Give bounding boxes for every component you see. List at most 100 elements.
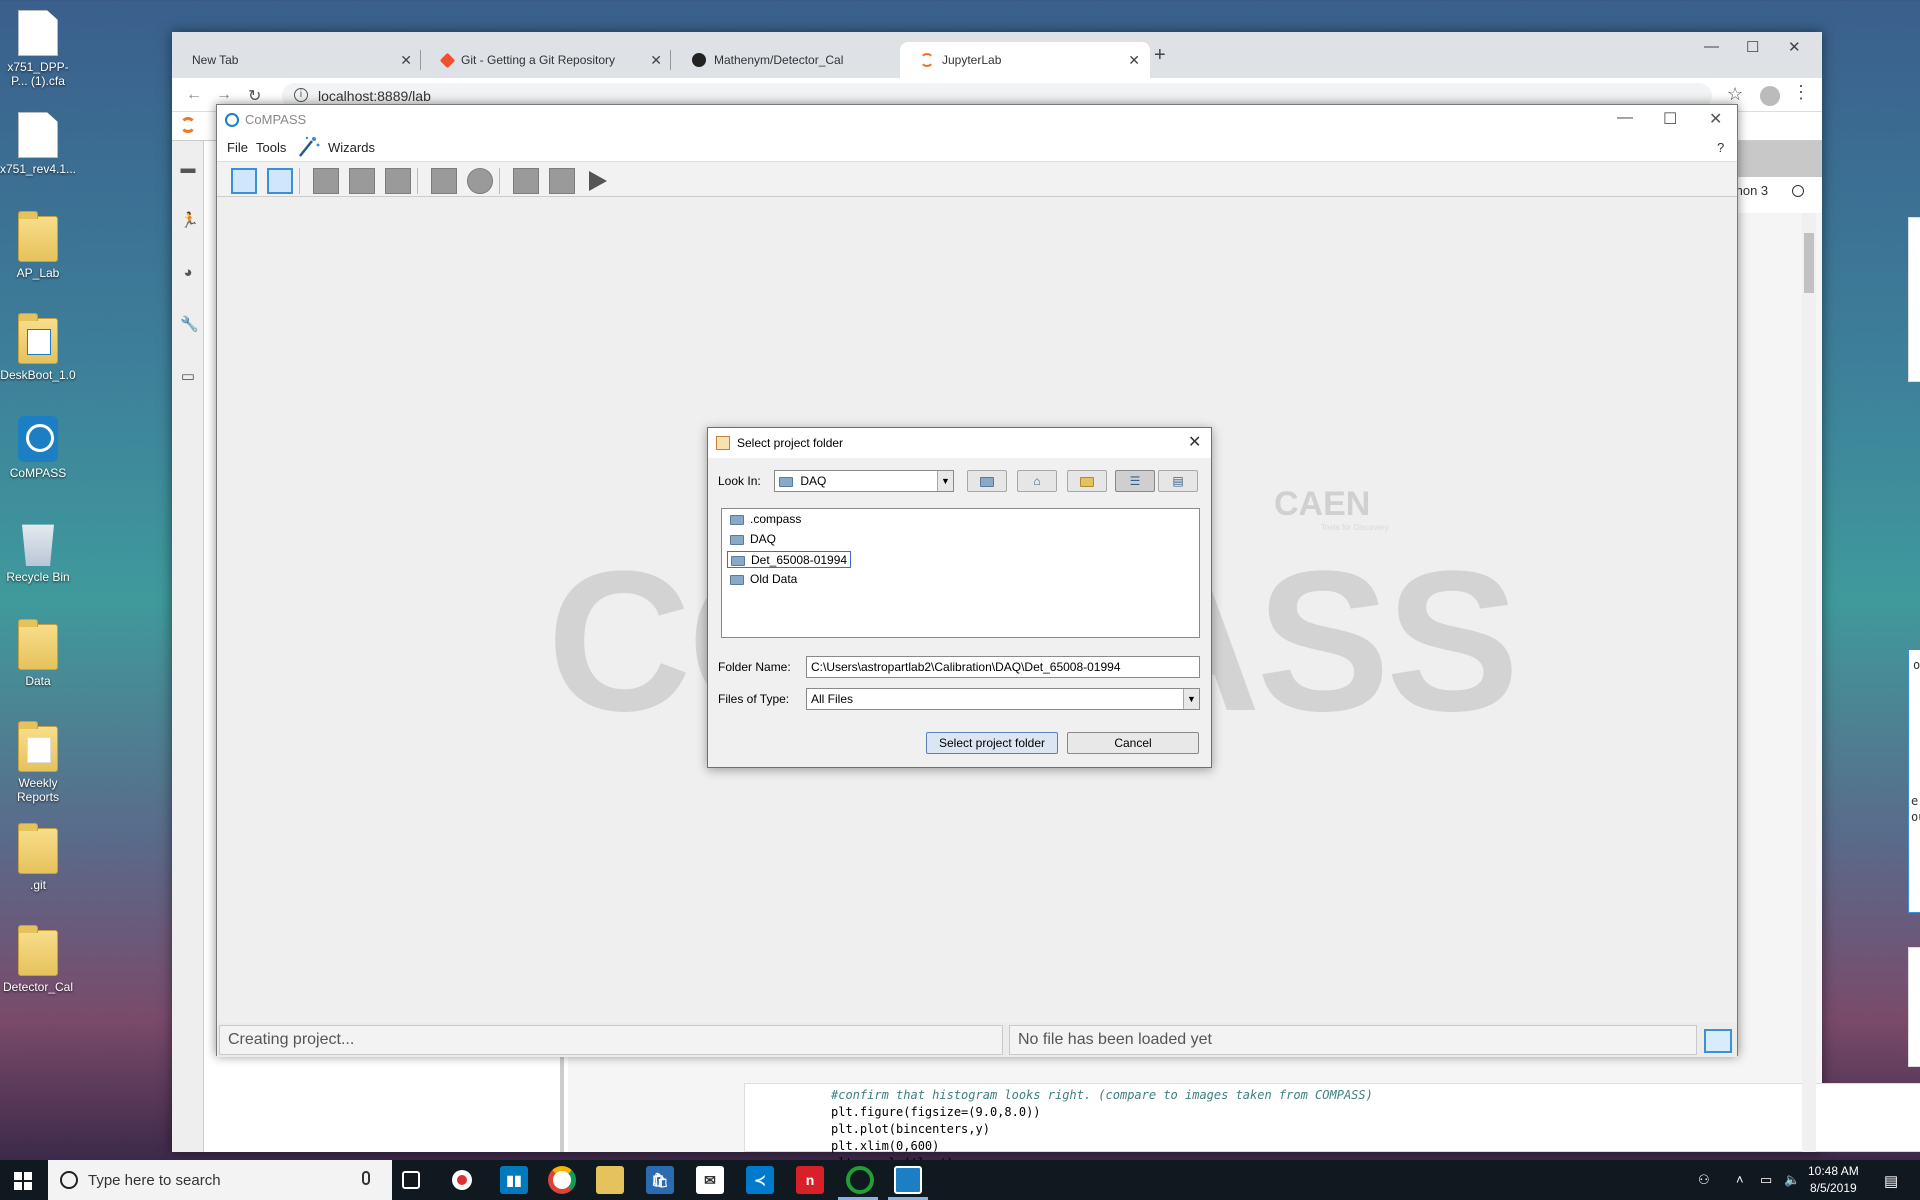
tabs-icon[interactable]: ▭ bbox=[180, 369, 196, 385]
vscode-icon[interactable]: ≺ bbox=[746, 1166, 774, 1194]
list-view-button[interactable]: ☰ bbox=[1115, 470, 1155, 492]
play-icon[interactable] bbox=[589, 171, 607, 191]
maximize-icon[interactable]: ☐ bbox=[1746, 38, 1759, 56]
close-icon[interactable]: ✕ bbox=[1128, 52, 1140, 69]
settings-icon[interactable] bbox=[431, 168, 457, 194]
menu-file[interactable]: File bbox=[227, 140, 248, 155]
minimize-icon[interactable]: — bbox=[1617, 109, 1633, 127]
new-folder-button[interactable] bbox=[1067, 470, 1107, 492]
system-clock[interactable]: 10:48 AM 8/5/2019 bbox=[1808, 1163, 1859, 1197]
desktop-icon-compass[interactable]: CoMPASS bbox=[0, 416, 76, 480]
microphone-icon[interactable] bbox=[362, 1171, 370, 1185]
trello-icon[interactable]: ▮▮ bbox=[500, 1166, 528, 1194]
plot-icon[interactable] bbox=[467, 168, 493, 194]
close-icon[interactable]: ✕ bbox=[650, 52, 662, 69]
look-in-label: Look In: bbox=[718, 474, 761, 488]
connect-plug-icon[interactable] bbox=[513, 168, 539, 194]
folder-icon bbox=[731, 555, 745, 566]
notebook-cell[interactable] bbox=[1908, 947, 1920, 1067]
list-item-selected[interactable]: Det_65008-01994 bbox=[727, 551, 852, 568]
n-app-icon[interactable]: n bbox=[796, 1166, 824, 1194]
menu-dots-icon[interactable]: ⋮ bbox=[1792, 82, 1810, 103]
file-item-label: Old Data bbox=[750, 572, 798, 586]
palette-icon[interactable]: ◕ bbox=[180, 265, 196, 281]
windows-start-icon[interactable] bbox=[14, 1172, 32, 1190]
green-circle-app-icon[interactable] bbox=[846, 1166, 874, 1194]
close-project-icon[interactable] bbox=[385, 168, 411, 194]
github-icon bbox=[692, 53, 706, 67]
account-icon[interactable] bbox=[1760, 86, 1780, 106]
code-cell[interactable]: #confirm that histogram looks right. (co… bbox=[744, 1083, 1920, 1170]
details-view-button[interactable]: ▤ bbox=[1158, 470, 1198, 492]
folder-name-input[interactable]: C:\Users\astropartlab2\Calibration\DAQ\D… bbox=[806, 656, 1200, 678]
back-arrow-icon[interactable]: ← bbox=[186, 86, 202, 104]
chevron-up-icon[interactable]: ˄ bbox=[1736, 1172, 1744, 1187]
file-icon bbox=[18, 10, 58, 56]
desktop-icon-label: Data bbox=[25, 674, 51, 688]
info-icon[interactable]: i bbox=[294, 88, 308, 102]
menu-wizards[interactable]: Wizards bbox=[328, 140, 375, 155]
close-icon[interactable]: ✕ bbox=[1188, 432, 1201, 452]
running-icon[interactable]: 🏃 bbox=[180, 213, 199, 229]
task-view-icon[interactable] bbox=[402, 1171, 420, 1189]
desktop-icon-detector-cal[interactable]: Detector_Cal bbox=[0, 925, 76, 994]
network-icon[interactable]: ▭ bbox=[1760, 1172, 1772, 1188]
reload-icon[interactable]: ↻ bbox=[248, 86, 261, 106]
cancel-button[interactable]: Cancel bbox=[1067, 732, 1199, 754]
notebook-cell[interactable] bbox=[1908, 217, 1920, 382]
folder-icon[interactable]: ▬ bbox=[180, 161, 196, 177]
new-project-icon[interactable] bbox=[231, 168, 257, 194]
tab-jupyterlab[interactable]: JupyterLab ✕ bbox=[900, 42, 1150, 78]
help-button[interactable]: ? bbox=[1717, 140, 1724, 155]
file-list[interactable]: .compass DAQ Det_65008-01994 Old Data bbox=[721, 508, 1200, 638]
notebook-scrollbar[interactable] bbox=[1802, 213, 1816, 1152]
desktop-icon-rev-file[interactable]: x751_rev4.1... bbox=[0, 112, 76, 176]
tab-new-tab[interactable]: New Tab ✕ bbox=[172, 42, 422, 78]
close-icon[interactable]: ✕ bbox=[400, 52, 412, 69]
tab-github[interactable]: Mathenym/Detector_Cal ✕ bbox=[672, 42, 922, 78]
desktop-icon-data[interactable]: Data bbox=[0, 619, 76, 688]
desktop-icon-deskboot[interactable]: DeskBoot_1.0 bbox=[0, 313, 76, 382]
desktop-icon-weekly-reports[interactable]: Weekly Reports bbox=[0, 721, 76, 804]
store-icon[interactable]: 🛍 bbox=[646, 1166, 674, 1194]
up-one-level-button[interactable] bbox=[967, 470, 1007, 492]
list-item[interactable]: DAQ bbox=[727, 531, 779, 548]
clock-time: 10:48 AM bbox=[1808, 1164, 1859, 1178]
close-icon[interactable]: ✕ bbox=[1709, 109, 1722, 129]
bookmark-star-icon[interactable]: ☆ bbox=[1727, 84, 1743, 105]
new-tab-plus-icon[interactable]: + bbox=[1154, 44, 1166, 67]
list-item[interactable]: Old Data bbox=[727, 571, 800, 588]
desktop-icon-recycle-bin[interactable]: Recycle Bin bbox=[0, 520, 76, 584]
notebook-cell-active[interactable]: ot ergy", output bbox=[1908, 649, 1920, 913]
look-in-combo[interactable]: DAQ ▼ bbox=[774, 470, 954, 492]
tab-git[interactable]: Git - Getting a Git Repository ✕ bbox=[422, 42, 672, 78]
desktop-icon-cfa-file[interactable]: x751_DPP-P... (1).cfa bbox=[0, 10, 76, 88]
minimize-icon[interactable]: — bbox=[1704, 38, 1719, 55]
home-button[interactable]: ⌂ bbox=[1017, 470, 1057, 492]
list-item[interactable]: .compass bbox=[727, 511, 804, 528]
log-icon[interactable] bbox=[1704, 1029, 1732, 1053]
notifications-icon[interactable]: ▤ bbox=[1884, 1172, 1898, 1190]
stop-icon[interactable] bbox=[549, 168, 575, 194]
open-project-icon[interactable] bbox=[267, 168, 293, 194]
select-project-folder-button[interactable]: Select project folder bbox=[926, 732, 1058, 754]
volume-icon[interactable]: 🔈 bbox=[1784, 1172, 1800, 1188]
save-as-icon[interactable] bbox=[349, 168, 375, 194]
save-icon[interactable] bbox=[313, 168, 339, 194]
chrome-icon[interactable] bbox=[548, 1166, 576, 1194]
people-icon[interactable]: ⚇ bbox=[1698, 1172, 1710, 1188]
recorder-app-icon[interactable] bbox=[452, 1170, 472, 1190]
maximize-icon[interactable]: ☐ bbox=[1663, 109, 1677, 129]
taskbar-search[interactable]: Type here to search bbox=[48, 1160, 392, 1200]
wrench-icon[interactable]: 🔧 bbox=[180, 317, 199, 333]
folder-icon bbox=[18, 721, 58, 772]
file-explorer-icon[interactable] bbox=[596, 1166, 624, 1194]
menu-tools[interactable]: Tools bbox=[256, 140, 286, 155]
mail-icon[interactable]: ✉ bbox=[696, 1166, 724, 1194]
desktop-icon-git[interactable]: .git bbox=[0, 823, 76, 892]
desktop-icon-ap-lab[interactable]: AP_Lab bbox=[0, 211, 76, 280]
close-window-icon[interactable]: ✕ bbox=[1788, 38, 1801, 56]
files-of-type-combo[interactable]: All Files ▼ bbox=[806, 688, 1200, 710]
forward-arrow-icon[interactable]: → bbox=[216, 86, 232, 104]
compass-taskbar-icon[interactable] bbox=[894, 1166, 922, 1194]
